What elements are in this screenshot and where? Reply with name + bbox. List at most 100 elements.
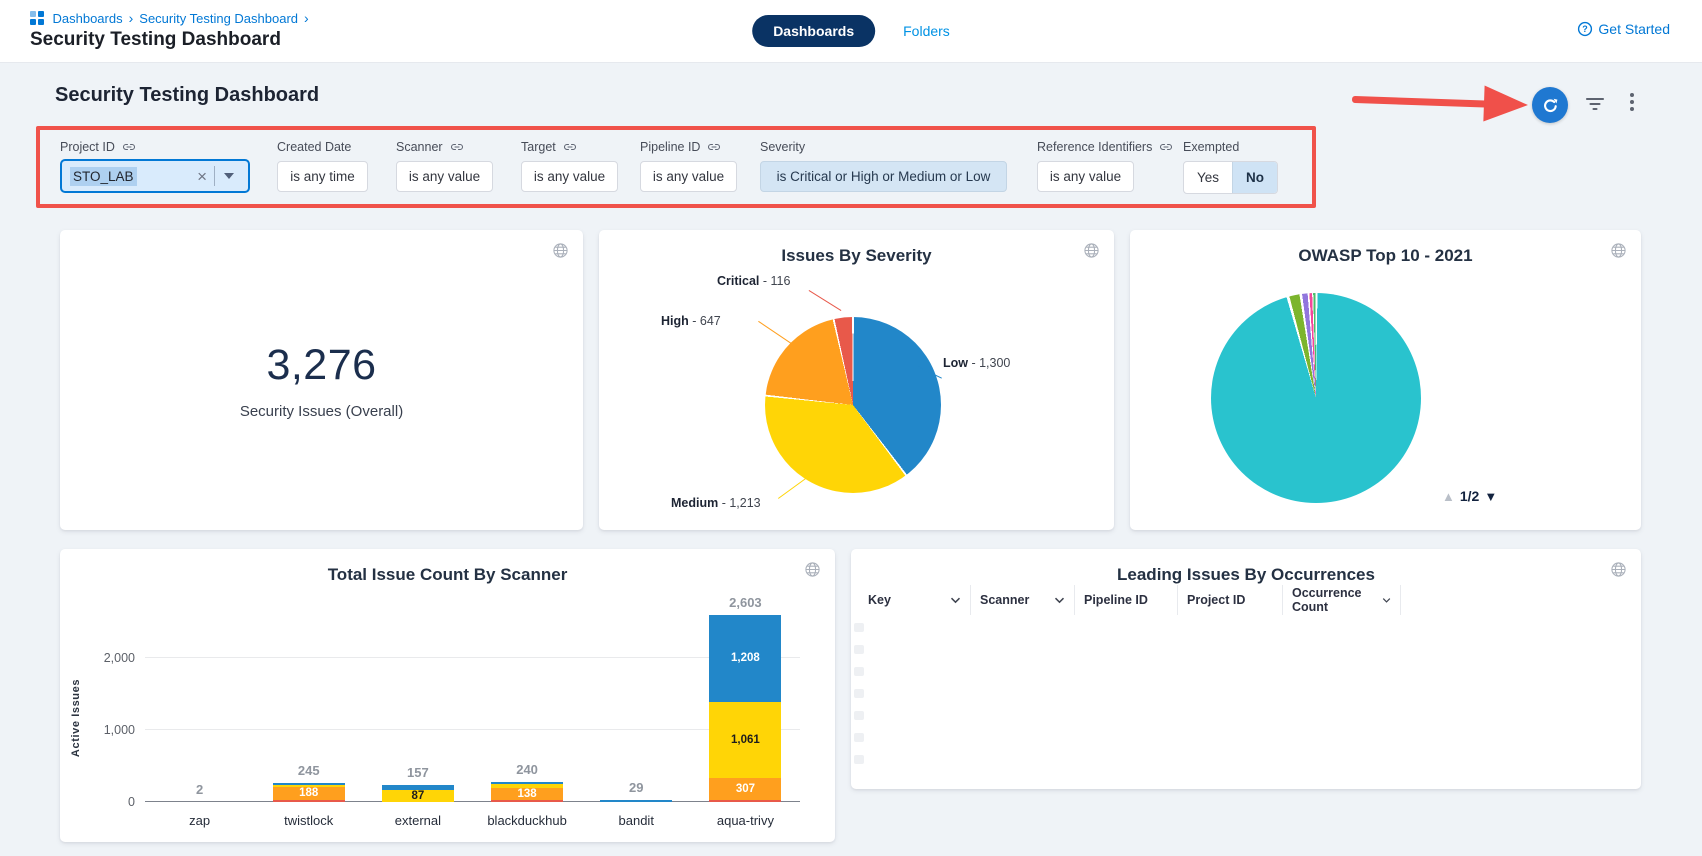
table-title: Leading Issues By Occurrences: [851, 549, 1641, 585]
filter-label-project-id: Project ID: [60, 140, 136, 154]
card-total-issue-count-by-scanner: Total Issue Count By Scanner Active Issu…: [60, 549, 835, 842]
project-id-value: STO_LAB: [70, 167, 137, 186]
x-category-label: blackduckhub: [473, 813, 582, 828]
breadcrumb-chevron-icon: ›: [304, 10, 309, 26]
breadcrumb-security-testing-dashboard[interactable]: Security Testing Dashboard: [139, 11, 298, 26]
bar-segment-critical-blackduckhub: [491, 800, 563, 802]
table-column-key[interactable]: Key: [859, 585, 971, 615]
get-started-label: Get Started: [1598, 21, 1670, 37]
dashboard-more-menu-button[interactable]: [1630, 93, 1634, 111]
table-column-occurrence-count[interactable]: Occurrence Count: [1283, 585, 1401, 615]
bar-total-label: 2,603: [691, 595, 800, 610]
page-title: Security Testing Dashboard: [30, 29, 281, 51]
owasp-pager: ▲ 1/2 ▼: [1442, 488, 1497, 504]
table-row-stub: [854, 733, 864, 742]
breadcrumb-dashboards[interactable]: Dashboards: [53, 11, 123, 26]
link-icon: [707, 141, 721, 153]
table-column-project-id[interactable]: Project ID: [1178, 585, 1283, 615]
tab-folders[interactable]: Folders: [903, 23, 950, 39]
table-row-stub: [854, 711, 864, 720]
x-category-label: twistlock: [254, 813, 363, 828]
filter-chip-severity[interactable]: is Critical or High or Medium or Low: [760, 161, 1007, 192]
stacked-bar-aqua-trivy: 3071,0611,208: [709, 615, 781, 802]
filter-label-pipeline-id: Pipeline ID: [640, 140, 721, 154]
stacked-bar-blackduckhub: 138: [491, 782, 563, 802]
bar-slot-external: 87157external: [363, 594, 472, 802]
pie-label-medium: Medium - 1,213: [671, 496, 761, 510]
page-down-icon[interactable]: ▼: [1484, 489, 1497, 504]
breadcrumb-chevron-icon: ›: [129, 10, 134, 26]
owasp-chart-title: OWASP Top 10 - 2021: [1130, 230, 1641, 266]
bar-segment-high-aqua-trivy: 307: [709, 778, 781, 800]
y-tick-label: 2,000: [87, 651, 135, 665]
severity-chart-title: Issues By Severity: [599, 230, 1114, 266]
table-row-stub: [854, 689, 864, 698]
pie-leader-line: [778, 478, 806, 499]
table-row-stub: [854, 667, 864, 676]
stacked-bar-bandit: [600, 800, 672, 802]
exempted-option-no[interactable]: No: [1232, 162, 1277, 193]
breadcrumb: Dashboards › Security Testing Dashboard …: [30, 10, 309, 26]
x-category-label: zap: [145, 813, 254, 828]
scanner-chart-title: Total Issue Count By Scanner: [60, 549, 835, 585]
card-security-issues-overall: 3,276 Security Issues (Overall): [60, 230, 583, 530]
card-leading-issues-by-occurrences: Leading Issues By Occurrences KeyScanner…: [851, 549, 1641, 789]
card-issues-by-severity: Issues By Severity Low - 1,300Medium - 1…: [599, 230, 1114, 530]
pie-label-high: High - 647: [661, 314, 721, 328]
page-indicator: 1/2: [1460, 488, 1479, 504]
bar-slot-twistlock: 188245twistlock: [254, 594, 363, 802]
dashboards-grid-icon: [30, 11, 44, 25]
pie-leader-line: [809, 290, 842, 311]
bar-segment-medium-aqua-trivy: 1,061: [709, 702, 781, 778]
top-header: Dashboards › Security Testing Dashboard …: [0, 0, 1702, 63]
y-tick-label: 0: [87, 795, 135, 809]
y-tick-label: 1,000: [87, 723, 135, 737]
globe-icon: [1083, 242, 1100, 264]
refresh-button[interactable]: [1532, 87, 1568, 123]
filter-chip-created-date[interactable]: is any time: [277, 161, 368, 192]
exempted-option-yes[interactable]: Yes: [1184, 162, 1232, 193]
table-column-scanner[interactable]: Scanner: [971, 585, 1075, 615]
input-divider: [214, 166, 215, 186]
chevron-down-icon[interactable]: [224, 173, 234, 179]
bar-slot-blackduckhub: 138240blackduckhub: [473, 594, 582, 802]
sort-chevron-icon[interactable]: [1382, 597, 1391, 604]
filter-label-scanner: Scanner: [396, 140, 464, 154]
sort-chevron-icon[interactable]: [1054, 597, 1065, 604]
filter-chip-pipeline-id[interactable]: is any value: [640, 161, 737, 192]
dashboard-filter-button[interactable]: [1584, 95, 1606, 118]
overall-issues-label: Security Issues (Overall): [240, 403, 403, 420]
bar-total-label: 29: [582, 780, 691, 795]
svg-text:?: ?: [1583, 24, 1589, 34]
pie-label-critical: Critical - 116: [717, 274, 790, 288]
x-category-label: aqua-trivy: [691, 813, 800, 828]
filter-icon: [1584, 95, 1606, 113]
bar-segment-critical-twistlock: [273, 800, 345, 802]
bar-segment-critical-aqua-trivy: [709, 800, 781, 802]
bar-total-label: 157: [363, 765, 472, 780]
filter-chip-target[interactable]: is any value: [521, 161, 618, 192]
table-header-row: KeyScannerPipeline IDProject IDOccurrenc…: [859, 585, 1401, 615]
page-up-icon[interactable]: ▲: [1442, 489, 1455, 504]
overall-issues-value: 3,276: [266, 341, 376, 390]
owasp-top-10-pie: [1211, 293, 1421, 503]
table-row-stub: [854, 755, 864, 764]
tab-dashboards[interactable]: Dashboards: [752, 15, 875, 47]
filter-chip-scanner[interactable]: is any value: [396, 161, 493, 192]
y-axis-label: Active Issues: [70, 658, 82, 778]
bar-segment-high-twistlock: 188: [273, 787, 345, 800]
table-column-pipeline-id[interactable]: Pipeline ID: [1075, 585, 1178, 615]
clear-icon[interactable]: ×: [190, 168, 214, 185]
sort-chevron-icon[interactable]: [950, 597, 961, 604]
bar-segment-medium-external: 87: [382, 790, 454, 802]
bar-total-label: 240: [473, 762, 582, 777]
bar-total-label: 2: [145, 782, 254, 797]
bar-segment-low-aqua-trivy: 1,208: [709, 615, 781, 702]
bar-slot-zap: 2zap: [145, 594, 254, 802]
get-started-link[interactable]: ? Get Started: [1577, 21, 1670, 37]
stacked-bar-external: 87: [382, 785, 454, 802]
filter-label-exempted: Exempted: [1183, 140, 1239, 154]
project-id-input[interactable]: STO_LAB ×: [60, 159, 250, 193]
question-icon: ?: [1577, 21, 1593, 37]
filter-chip-reference-identifiers[interactable]: is any value: [1037, 161, 1134, 192]
